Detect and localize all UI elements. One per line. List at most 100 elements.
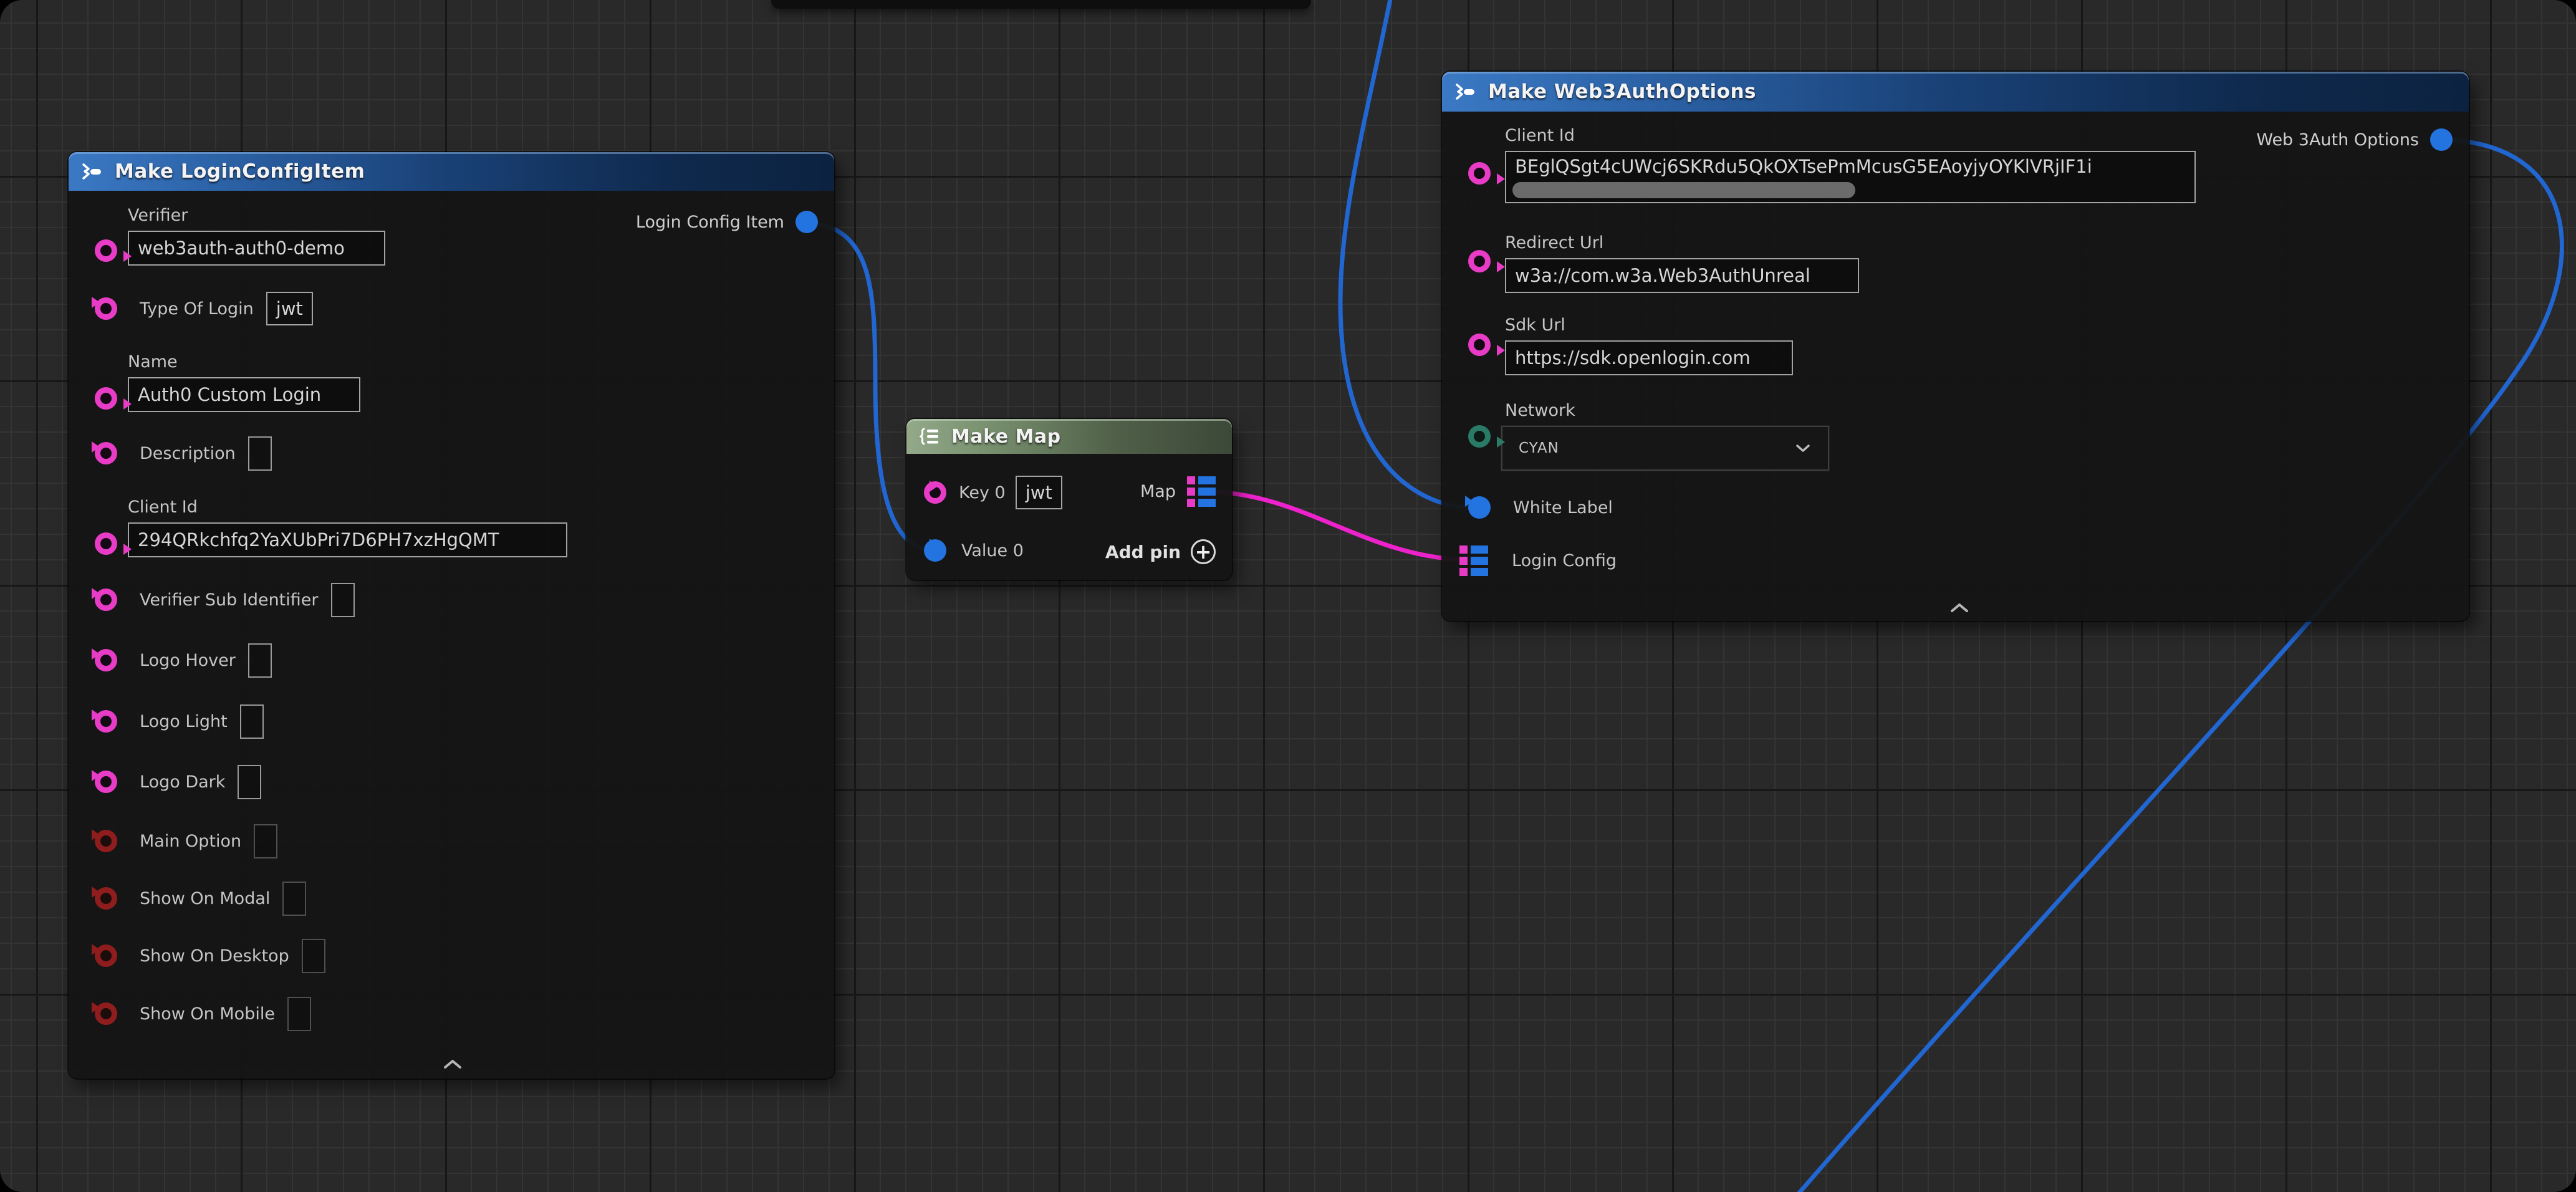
pin-label: Show On Mobile [140, 1004, 275, 1024]
redirect-url-input[interactable]: w3a://com.w3a.Web3AuthUnreal [1505, 258, 1859, 293]
add-pin-plus-icon: + [1191, 539, 1216, 564]
make-map-icon [918, 427, 941, 446]
network-selected-value: CYAN [1519, 440, 1559, 456]
pin-label: Logo Dark [140, 772, 225, 792]
network-dropdown[interactable]: CYAN [1501, 426, 1829, 471]
make-struct-icon [80, 161, 105, 182]
chevron-down-icon [1794, 443, 1812, 453]
pin-label: Name [128, 352, 834, 372]
field-row-description: Description [69, 436, 834, 471]
pin-name[interactable] [95, 387, 117, 410]
add-pin-label: Add pin [1105, 542, 1181, 562]
show-on-mobile-checkbox[interactable] [287, 997, 311, 1031]
collapse-node-button[interactable] [1947, 601, 1972, 615]
pin-label: Logo Light [140, 712, 228, 731]
pin-client-id[interactable] [95, 532, 117, 555]
pin-label: Verifier [128, 206, 834, 225]
output-row-map: Map [1140, 474, 1216, 509]
pin-description[interactable] [95, 442, 117, 464]
show-on-desktop-checkbox[interactable] [302, 939, 325, 973]
horizontal-scrollbar[interactable] [1512, 182, 1855, 198]
field-row-client-id: Client Id BEglQSgt4cUWcj6SKRdu5QkOXTsePm… [1442, 126, 2469, 203]
pin-login-config[interactable] [1459, 546, 1488, 576]
pin-label: Show On Desktop [140, 946, 289, 966]
logo-dark-input[interactable] [238, 765, 261, 799]
pin-label: Client Id [128, 497, 834, 517]
field-row-white-label: White Label [1442, 490, 2469, 525]
pin-logo-hover[interactable] [95, 649, 117, 671]
field-row-sdk-url: Sdk Url https://sdk.openlogin.com [1442, 315, 2469, 375]
key0-input[interactable]: jwt [1016, 476, 1062, 509]
offscreen-node-bottom-edge [771, 0, 1311, 9]
logo-hover-input[interactable] [248, 643, 272, 678]
pin-main-option[interactable] [95, 830, 117, 852]
wire-map-to-loginconfig[interactable] [1212, 492, 1470, 560]
node-make-map[interactable]: Make Map Key 0 jwt Map Value 0 Add pin [906, 419, 1232, 580]
pin-label: Value 0 [961, 541, 1024, 560]
field-row-logo-hover: Logo Hover [69, 643, 834, 678]
description-input[interactable] [248, 436, 272, 471]
pin-sdk-url[interactable] [1468, 334, 1491, 356]
field-row-verifier-sub-identifier: Verifier Sub Identifier [69, 582, 834, 617]
type-of-login-input[interactable]: jwt [266, 292, 313, 325]
pin-network[interactable] [1468, 425, 1491, 448]
field-row-show-on-desktop: Show On Desktop [69, 938, 834, 973]
field-row-show-on-mobile: Show On Mobile [69, 996, 834, 1031]
logo-light-input[interactable] [240, 704, 264, 739]
node-title: Make Map [951, 426, 1061, 448]
main-option-checkbox[interactable] [254, 824, 277, 858]
pin-show-on-modal[interactable] [95, 887, 117, 910]
node-make-loginconfigitem[interactable]: Make LoginConfigItem Login Config Item V… [69, 152, 834, 1079]
pin-white-label[interactable] [1468, 496, 1491, 519]
pin-type-of-login[interactable] [95, 297, 117, 320]
field-row-name: Name Auth0 Custom Login [69, 352, 834, 412]
show-on-modal-checkbox[interactable] [282, 882, 306, 916]
node-title: Make Web3AuthOptions [1488, 80, 1756, 103]
node-header[interactable]: Make Web3AuthOptions [1442, 72, 2469, 112]
pin-label: Show On Modal [140, 889, 270, 908]
pin-label: Verifier Sub Identifier [140, 590, 319, 610]
pin-verifier[interactable] [95, 239, 117, 262]
chevron-up-icon [440, 1057, 465, 1071]
verifier-input[interactable]: web3auth-auth0-demo [128, 231, 385, 266]
blueprint-graph-canvas[interactable]: Make LoginConfigItem Login Config Item V… [0, 0, 2576, 1192]
pin-key0[interactable] [924, 481, 946, 504]
pin-label: White Label [1513, 498, 1613, 517]
add-pin-row: Add pin + [1105, 534, 1216, 569]
field-row-logo-light: Logo Light [69, 704, 834, 739]
pin-show-on-mobile[interactable] [95, 1002, 117, 1025]
chevron-up-icon [1947, 601, 1972, 615]
sdk-url-input[interactable]: https://sdk.openlogin.com [1505, 340, 1793, 375]
node-header[interactable]: Make LoginConfigItem [69, 152, 834, 191]
pin-redirect-url[interactable] [1468, 250, 1491, 272]
name-input[interactable]: Auth0 Custom Login [128, 377, 360, 412]
client-id-input[interactable]: 294QRkchfq2YaXUbPri7D6PH7xzHgQMT [128, 522, 567, 557]
pin-client-id[interactable] [1468, 162, 1491, 185]
field-row-network: Network CYAN [1442, 401, 2469, 471]
collapse-node-button[interactable] [440, 1057, 465, 1071]
pin-label: Login Config [1512, 551, 1617, 570]
pin-label: Redirect Url [1505, 233, 2469, 252]
pin-value0[interactable] [924, 539, 946, 562]
make-struct-icon [1453, 81, 1478, 102]
client-id-input[interactable]: BEglQSgt4cUWcj6SKRdu5QkOXTsePmMcusG5EAoy… [1505, 151, 2196, 203]
output-pin-map[interactable] [1187, 476, 1216, 507]
pin-label: Sdk Url [1505, 315, 2469, 335]
add-pin-button[interactable]: Add pin + [1105, 539, 1216, 564]
pin-logo-light[interactable] [95, 710, 117, 733]
pin-label: Key 0 [959, 483, 1006, 502]
pin-label: Client Id [1505, 126, 2469, 145]
field-row-verifier: Verifier web3auth-auth0-demo [69, 206, 834, 266]
node-header[interactable]: Make Map [906, 419, 1232, 454]
pin-verifier-sub-identifier[interactable] [95, 589, 117, 611]
blueprint-editor-screenshot: Make LoginConfigItem Login Config Item V… [0, 0, 2576, 1192]
pin-label: Description [140, 444, 236, 463]
field-row-login-config: Login Config [1442, 542, 2469, 579]
pin-show-on-desktop[interactable] [95, 944, 117, 967]
node-make-web3authoptions[interactable]: Make Web3AuthOptions Web 3Auth Options C… [1442, 72, 2469, 621]
field-row-main-option: Main Option [69, 824, 834, 858]
pin-logo-dark[interactable] [95, 771, 117, 793]
output-pin-label: Map [1140, 482, 1176, 501]
verifier-sub-identifier-input[interactable] [331, 583, 355, 617]
pin-label: Logo Hover [140, 651, 236, 670]
